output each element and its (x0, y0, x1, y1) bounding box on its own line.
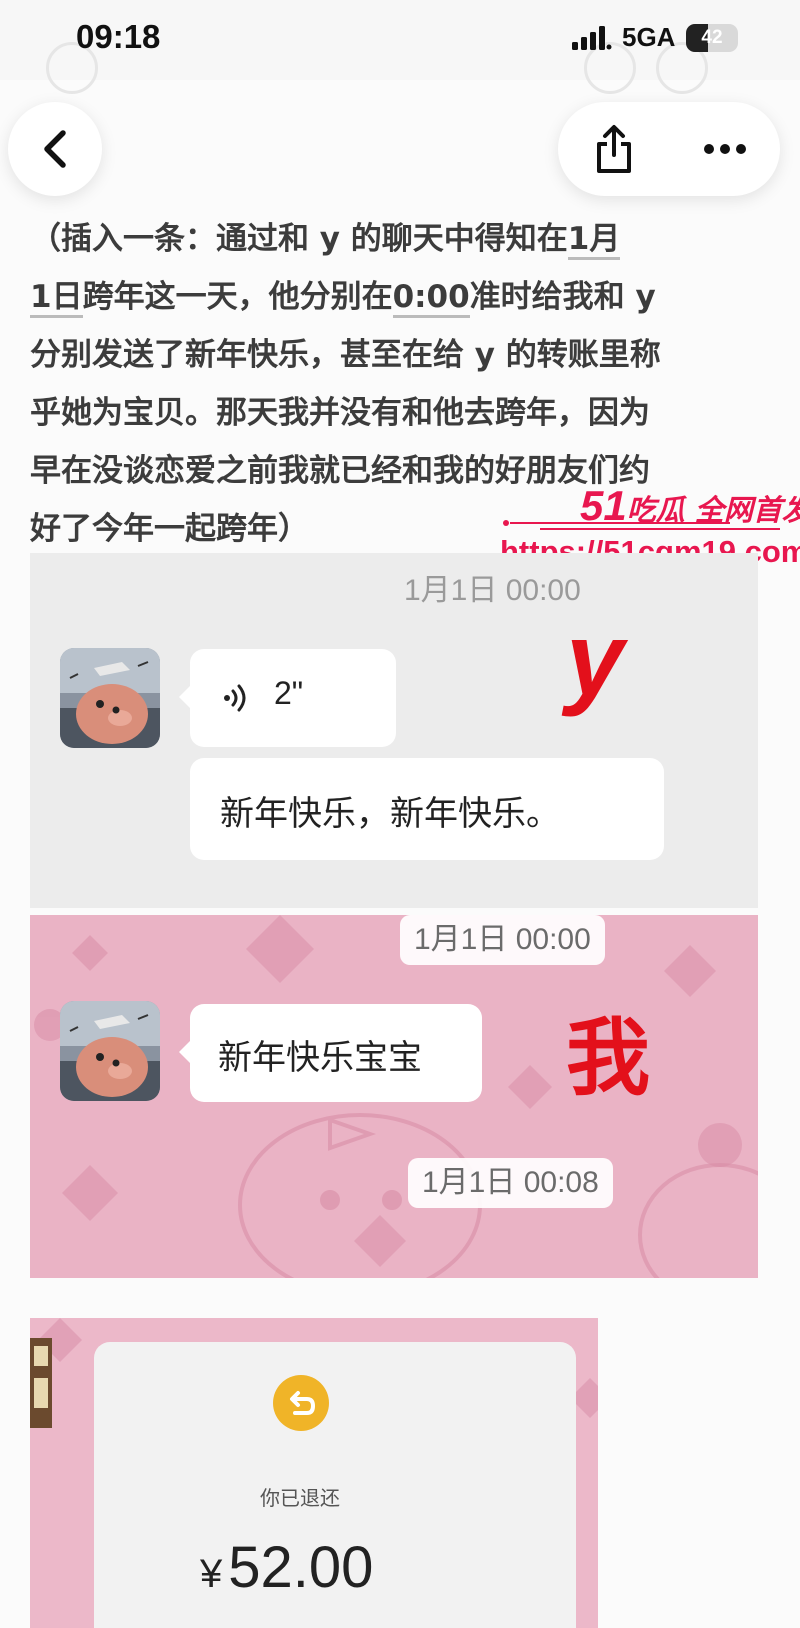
chat-message-text: 新年快乐宝宝 (218, 1038, 422, 1078)
refund-amount-value: 52.00 (228, 1535, 374, 1600)
refund-label: 你已退还 (260, 1486, 340, 1510)
article-text-segment: 早在没谈恋爱之前我就已经和我的好朋友们约 (30, 453, 650, 489)
voice-message-bubble[interactable]: 2" (179, 649, 396, 747)
refund-icon (273, 1375, 329, 1431)
chat-timestamp: 1月1日 00:00 (404, 574, 581, 607)
chat-screenshot-y: 1月1日 00:00 2" 新年快乐，新年快乐。 y (30, 553, 758, 908)
battery-level: 42 (701, 27, 723, 48)
more-icon (703, 144, 746, 154)
article-underlined-segment: 0:00 (392, 279, 470, 318)
chat-message-bubble[interactable]: 新年快乐宝宝 (179, 1004, 482, 1102)
share-icon (596, 125, 631, 173)
signal-icon (572, 26, 612, 50)
article-text-segment: 跨年这一天，他分别在 (82, 279, 393, 315)
article-text-segment: 分别发送了新年快乐，甚至在给 y 的转账里称 (30, 337, 661, 373)
status-time: 09:18 (76, 18, 161, 55)
avatar (60, 648, 160, 748)
chat-timestamp: 1月1日 00:08 (408, 1158, 613, 1208)
annotation-me: 我 (566, 1009, 651, 1107)
voice-duration: 2" (274, 675, 304, 711)
article-line: 1日跨年这一天，他分别在0:00准时给我和 y (30, 268, 770, 326)
chevron-left-icon (44, 130, 66, 168)
chat-message-bubble[interactable]: 新年快乐，新年快乐。 (190, 758, 664, 860)
more-button[interactable] (669, 102, 780, 196)
share-button[interactable] (558, 102, 669, 196)
article-underlined-segment: 1日 (30, 279, 83, 318)
action-pill (558, 102, 780, 196)
watermark-decoration (503, 520, 780, 530)
voice-wave-icon (224, 684, 246, 712)
article-line: （插入一条：通过和 y 的聊天中得知在1月 (30, 210, 770, 268)
annotation-y: y (566, 602, 624, 718)
status-bar: 09:18 5GA 42 (0, 0, 800, 94)
article-text-segment: 好了今年一起跨年） (30, 511, 309, 547)
currency-symbol: ¥ (200, 1552, 223, 1596)
article-line: 分别发送了新年快乐，甚至在给 y 的转账里称 (30, 326, 770, 384)
chat-message-text: 新年快乐，新年快乐。 (220, 794, 560, 834)
article-text-segment: 准时给我和 y (469, 279, 656, 315)
battery-icon: 42 (686, 24, 738, 52)
chat-timestamp: 1月1日 00:00 (400, 915, 605, 965)
back-button[interactable] (8, 102, 102, 196)
chat-screenshot-me: 1月1日 00:00 新年快乐宝宝 我 1月1日 00:08 (30, 915, 758, 1278)
refund-amount: ¥52.00 (200, 1534, 460, 1601)
article-text-segment: 乎她为宝贝。那天我并没有和他去跨年，因为 (30, 395, 650, 431)
article-text-segment: （插入一条：通过和 y 的聊天中得知在 (30, 221, 568, 257)
network-label: 5GA (622, 22, 676, 52)
avatar (60, 1001, 160, 1101)
article-line: 乎她为宝贝。那天我并没有和他去跨年，因为 (30, 384, 770, 442)
article-underlined-segment: 1月 (567, 221, 621, 260)
